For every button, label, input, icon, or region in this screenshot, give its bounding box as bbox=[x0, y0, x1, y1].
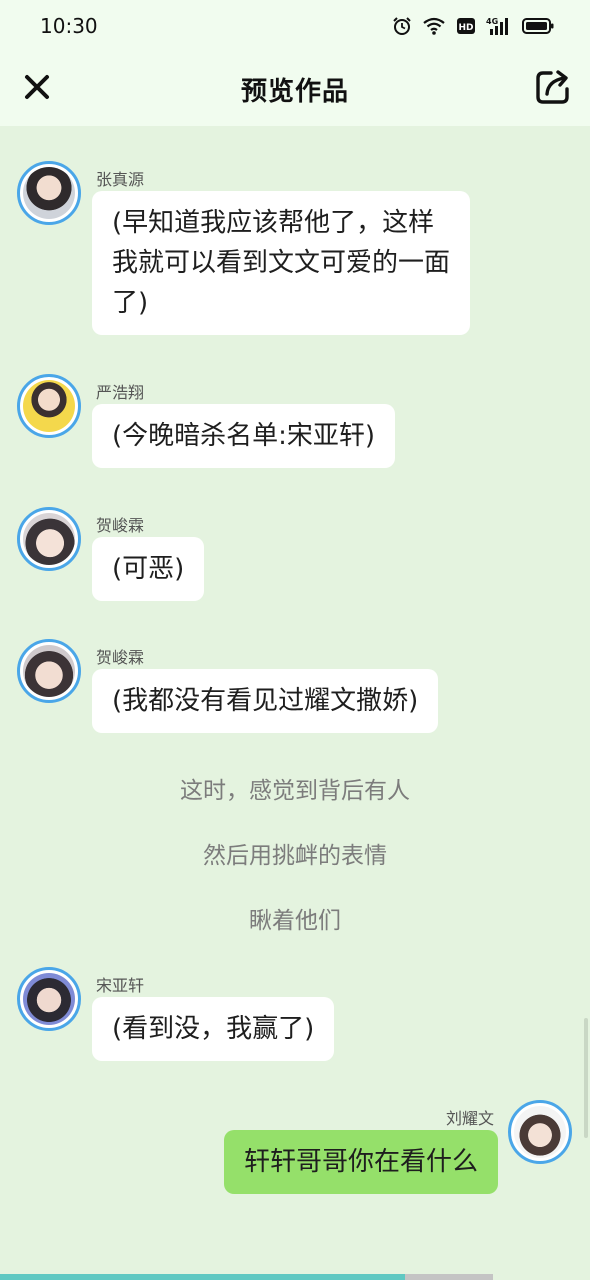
sender-name: 严浩翔 bbox=[96, 383, 145, 402]
share-button[interactable] bbox=[534, 68, 572, 106]
message-line: (看到没，我赢了) bbox=[112, 1014, 315, 1044]
avatar[interactable] bbox=[17, 639, 81, 703]
sender-name: 张真源 bbox=[96, 170, 145, 189]
message-line: (我都没有看见过耀文撒娇) bbox=[112, 686, 419, 716]
narration-text: 瞅着他们 bbox=[249, 908, 341, 934]
message-line: 轩轩哥哥你在看什么 bbox=[243, 1147, 478, 1177]
avatar[interactable] bbox=[17, 374, 81, 438]
message-item: 宋亚轩 (看到没，我赢了) bbox=[0, 967, 590, 1067]
message-line: (早知道我应该帮他了，这样 bbox=[112, 208, 435, 238]
share-icon bbox=[536, 70, 569, 104]
hd-label: HD bbox=[458, 23, 473, 33]
message-line: (可恶) bbox=[112, 554, 185, 584]
narration-text: 然后用挑衅的表情 bbox=[203, 843, 387, 869]
avatar[interactable] bbox=[17, 507, 81, 571]
avatar[interactable] bbox=[508, 1100, 572, 1164]
close-icon bbox=[25, 75, 49, 99]
message-item: 贺峻霖 (可恶) bbox=[0, 507, 590, 607]
progress-bar bbox=[0, 1274, 590, 1280]
top-bar: 预览作品 bbox=[0, 52, 590, 126]
narration-text: 这时，感觉到背后有人 bbox=[180, 778, 410, 804]
signal-4g-icon: 4G bbox=[486, 17, 508, 35]
sender-name: 刘耀文 bbox=[445, 1109, 494, 1128]
message-item: 贺峻霖 (我都没有看见过耀文撒娇) bbox=[0, 639, 590, 739]
progress-fill bbox=[0, 1274, 405, 1280]
battery-icon bbox=[522, 18, 554, 34]
status-icons: HD 4G bbox=[392, 16, 554, 36]
hd-icon: HD bbox=[457, 18, 475, 34]
avatar[interactable] bbox=[17, 967, 81, 1031]
avatar[interactable] bbox=[17, 161, 81, 225]
message-item: 严浩翔 (今晚暗杀名单:宋亚轩) bbox=[0, 374, 590, 474]
alarm-icon bbox=[393, 17, 411, 35]
sender-name: 贺峻霖 bbox=[96, 648, 145, 667]
message-bubble[interactable]: (看到没，我赢了) bbox=[92, 997, 335, 1061]
network-label: 4G bbox=[486, 17, 498, 26]
wifi-icon bbox=[423, 17, 445, 35]
message-line: 了) bbox=[112, 288, 149, 318]
progress-remaining bbox=[405, 1274, 493, 1280]
scrollbar[interactable] bbox=[584, 1018, 588, 1138]
message-item: 刘耀文 轩轩哥哥你在看什么 bbox=[0, 1100, 590, 1200]
message-bubble[interactable]: (早知道我应该帮他了，这样 我就可以看到文文可爱的一面 了) bbox=[92, 191, 471, 335]
message-bubble[interactable]: 轩轩哥哥你在看什么 bbox=[223, 1130, 498, 1194]
chat-area[interactable]: 张真源 (早知道我应该帮他了，这样 我就可以看到文文可爱的一面 了) 严浩翔 (… bbox=[0, 126, 590, 1266]
message-line: 我就可以看到文文可爱的一面 bbox=[112, 248, 451, 278]
message-bubble[interactable]: (今晚暗杀名单:宋亚轩) bbox=[92, 404, 396, 468]
message-bubble[interactable]: (我都没有看见过耀文撒娇) bbox=[92, 669, 439, 733]
sender-name: 贺峻霖 bbox=[96, 516, 145, 535]
message-item: 张真源 (早知道我应该帮他了，这样 我就可以看到文文可爱的一面 了) bbox=[0, 126, 590, 336]
message-bubble[interactable]: (可恶) bbox=[92, 537, 205, 601]
message-line: (今晚暗杀名单:宋亚轩) bbox=[112, 421, 376, 451]
close-button[interactable] bbox=[20, 70, 54, 104]
status-bar: 10:30 HD 4G bbox=[0, 0, 590, 52]
status-time: 10:30 bbox=[40, 14, 98, 38]
page-title: 预览作品 bbox=[240, 76, 349, 107]
sender-name: 宋亚轩 bbox=[96, 976, 145, 995]
